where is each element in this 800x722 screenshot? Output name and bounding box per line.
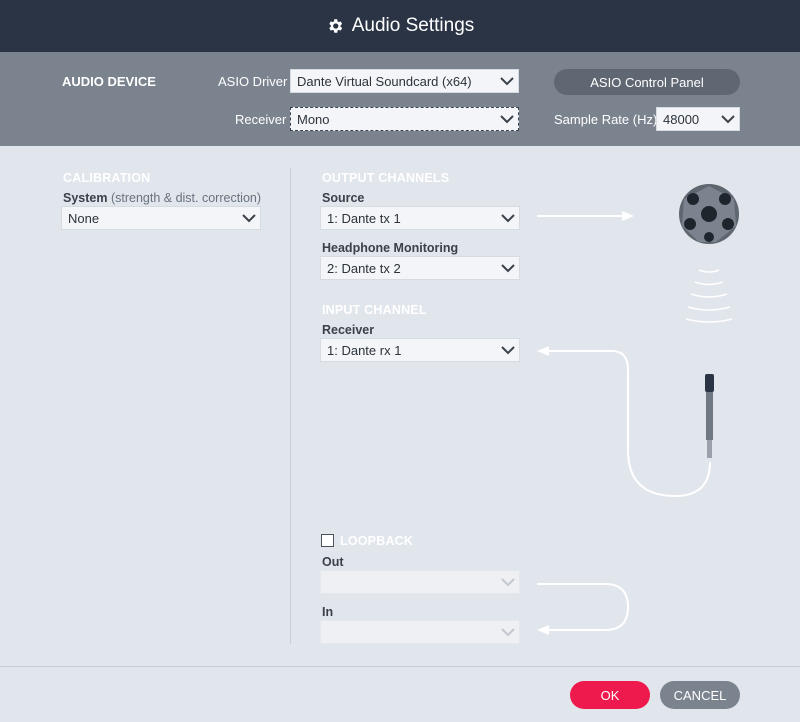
microphone-icon xyxy=(705,374,714,458)
output-arrow-icon xyxy=(537,211,634,221)
input-arrow-icon xyxy=(537,346,711,498)
sound-waves-icon xyxy=(685,269,733,323)
signal-diagram xyxy=(537,184,739,635)
speaker-icon xyxy=(679,184,739,244)
cancel-button[interactable]: CANCEL xyxy=(660,681,740,709)
ok-button[interactable]: OK xyxy=(570,681,650,709)
footer-divider xyxy=(0,666,800,667)
loopback-arrow-icon xyxy=(537,583,630,635)
